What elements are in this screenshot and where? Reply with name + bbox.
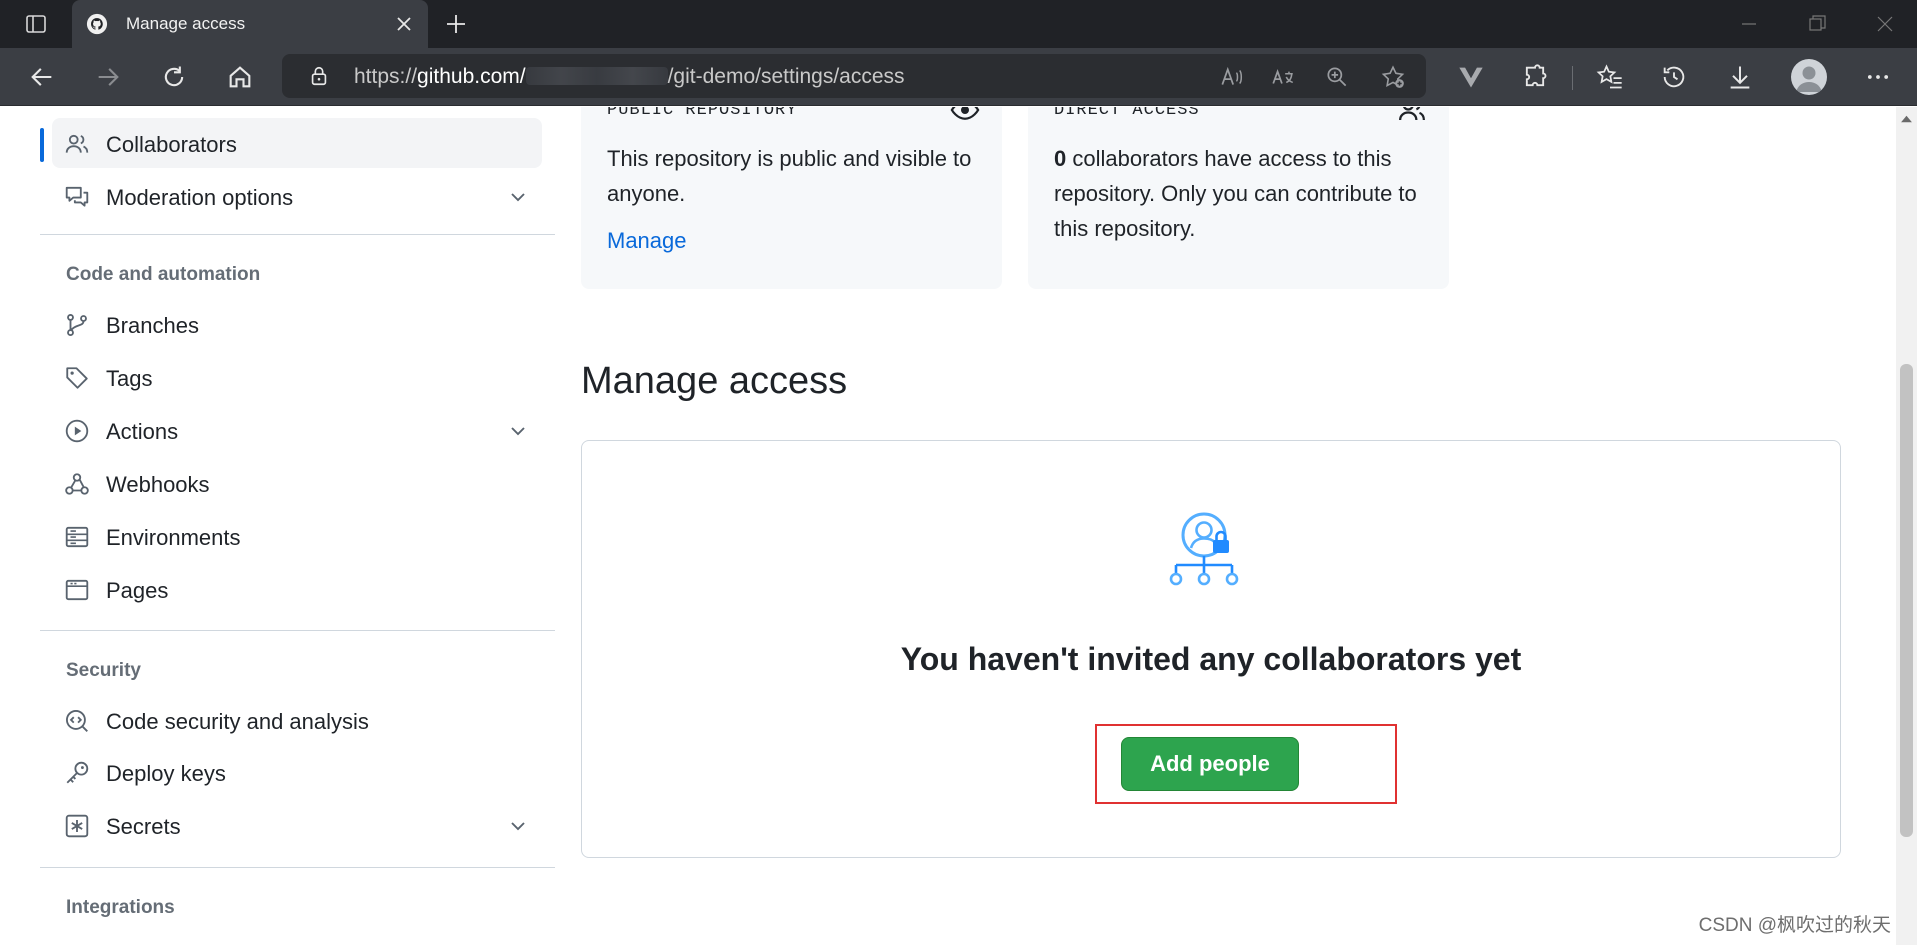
sidebar-divider xyxy=(40,234,555,235)
collaborators-blankslate: You haven't invited any collaborators ye… xyxy=(581,440,1841,858)
sidebar-heading-integrations: Integrations xyxy=(66,897,175,918)
read-aloud-icon[interactable] xyxy=(1218,64,1244,90)
back-arrow-icon[interactable] xyxy=(28,63,56,91)
lock-icon[interactable] xyxy=(308,65,330,87)
refresh-icon[interactable] xyxy=(160,63,188,91)
history-icon[interactable] xyxy=(1660,63,1688,91)
card-description: 0 collaborators have access to this repo… xyxy=(1054,141,1424,246)
browser-titlebar: Manage access xyxy=(0,0,1917,48)
browser-icon xyxy=(65,579,89,601)
add-people-button[interactable]: Add people xyxy=(1121,737,1299,791)
url-text: https://github.com/ /git-demo/settings/ac… xyxy=(354,65,905,89)
comment-discussion-icon xyxy=(65,186,89,207)
git-branch-icon xyxy=(67,314,87,336)
url-host: github.com/ xyxy=(417,65,526,88)
watermark: CSDN @枫吹过的秋天 xyxy=(1698,915,1891,936)
tab-actions-icon[interactable] xyxy=(24,12,48,36)
browser-tab[interactable]: Manage access xyxy=(72,0,428,48)
card-description-text: collaborators have access to this reposi… xyxy=(1054,146,1417,241)
sidebar-item-moderation-options[interactable]: Moderation options xyxy=(52,171,542,221)
sidebar-divider xyxy=(40,630,555,631)
sidebar-item-collaborators[interactable]: Collaborators xyxy=(40,118,542,168)
scroll-thumb[interactable] xyxy=(1900,364,1913,837)
toolbar-divider xyxy=(1572,66,1573,90)
sidebar-item-environments[interactable]: Environments xyxy=(52,511,542,561)
forward-arrow-icon[interactable] xyxy=(94,63,122,91)
sidebar-item-label: Webhooks xyxy=(106,472,210,497)
tag-icon xyxy=(66,367,88,389)
sidebar-item-tags[interactable]: Tags xyxy=(52,352,542,402)
empty-state-title: You haven't invited any collaborators ye… xyxy=(900,641,1522,677)
sidebar-item-webhooks[interactable]: Webhooks xyxy=(52,458,542,508)
restore-icon[interactable] xyxy=(1805,12,1829,36)
sidebar-item-label: Collaborators xyxy=(106,132,237,157)
card-heading: DIRECT ACCESS xyxy=(1054,107,1200,120)
close-window-icon[interactable] xyxy=(1873,12,1897,36)
sidebar-item-pages[interactable]: Pages xyxy=(52,564,542,614)
profile-avatar[interactable] xyxy=(1791,59,1827,95)
tab-title: Manage access xyxy=(126,14,246,33)
play-icon xyxy=(65,419,89,443)
sidebar-heading-code-and-automation: Code and automation xyxy=(66,264,261,285)
direct-access-card: DIRECT ACCESS 0 collaborators have acces… xyxy=(1028,107,1449,289)
translate-icon[interactable] xyxy=(1270,64,1296,90)
close-icon[interactable] xyxy=(392,12,416,36)
new-tab-icon[interactable] xyxy=(444,12,468,36)
codescan-icon xyxy=(66,710,88,732)
download-icon[interactable] xyxy=(1726,63,1754,91)
sidebar-item-branches[interactable]: Branches xyxy=(52,299,542,349)
sidebar-item-label: Tags xyxy=(106,366,153,391)
people-icon xyxy=(65,134,89,153)
server-icon xyxy=(65,526,89,548)
sidebar-item-label: Moderation options xyxy=(106,185,294,210)
public-repository-card: PUBLIC REPOSITORY This repository is pub… xyxy=(581,107,1002,289)
sidebar-item-code-security[interactable]: Code security and analysis xyxy=(52,695,542,745)
webhook-icon xyxy=(65,473,89,495)
chevron-down-icon[interactable] xyxy=(506,185,530,209)
vue-devtools-icon[interactable] xyxy=(1457,63,1485,91)
eye-icon xyxy=(950,107,980,120)
minimize-icon[interactable] xyxy=(1737,12,1761,36)
card-heading: PUBLIC REPOSITORY xyxy=(607,107,798,120)
sidebar-item-deploy-keys[interactable]: Deploy keys xyxy=(52,747,542,797)
asterisk-icon xyxy=(65,814,89,838)
page-scrollbar[interactable] xyxy=(1896,107,1917,945)
extensions-icon[interactable] xyxy=(1521,63,1549,91)
redacted-owner xyxy=(525,67,668,85)
sidebar-item-label: Deploy keys xyxy=(106,761,226,786)
page-title: Manage access xyxy=(581,360,848,402)
user-icon xyxy=(1796,66,1822,92)
browser-toolbar: https://github.com/ /git-demo/settings/ac… xyxy=(0,48,1917,106)
active-indicator xyxy=(40,128,44,162)
sidebar-item-label: Secrets xyxy=(106,814,181,839)
page-content: Collaborators Moderation options Code an… xyxy=(0,107,1896,945)
url-path: /git-demo/settings/access xyxy=(667,65,905,88)
sidebar-item-label: Environments xyxy=(106,525,241,550)
sidebar-item-secrets[interactable]: Secrets xyxy=(52,800,542,850)
more-menu-icon[interactable] xyxy=(1864,63,1892,91)
url-scheme: https:// xyxy=(354,65,418,88)
manage-link[interactable]: Manage xyxy=(607,228,687,254)
sidebar-item-label: Code security and analysis xyxy=(106,709,369,734)
chevron-down-icon[interactable] xyxy=(506,814,530,838)
add-favorite-icon[interactable] xyxy=(1380,64,1406,90)
sidebar-item-label: Pages xyxy=(106,578,169,603)
sidebar-item-label: Actions xyxy=(106,419,179,444)
person-lock-icon xyxy=(1169,512,1239,586)
zoom-icon[interactable] xyxy=(1324,64,1350,90)
sidebar-heading-security: Security xyxy=(66,660,141,681)
card-description: This repository is public and visible to… xyxy=(607,146,972,206)
sidebar-item-actions[interactable]: Actions xyxy=(52,405,542,455)
home-icon[interactable] xyxy=(226,63,254,91)
chevron-down-icon[interactable] xyxy=(506,419,530,443)
key-icon xyxy=(66,761,89,784)
people-icon xyxy=(1399,107,1425,121)
collaborator-count: 0 xyxy=(1054,146,1067,171)
sidebar-item-label: Branches xyxy=(106,313,199,338)
sidebar-divider xyxy=(40,867,555,868)
scroll-up-arrow-icon[interactable] xyxy=(1900,113,1913,125)
address-bar[interactable]: https://github.com/ /git-demo/settings/ac… xyxy=(282,54,1426,98)
github-logo-icon xyxy=(86,13,108,35)
favorites-icon[interactable] xyxy=(1596,63,1624,91)
